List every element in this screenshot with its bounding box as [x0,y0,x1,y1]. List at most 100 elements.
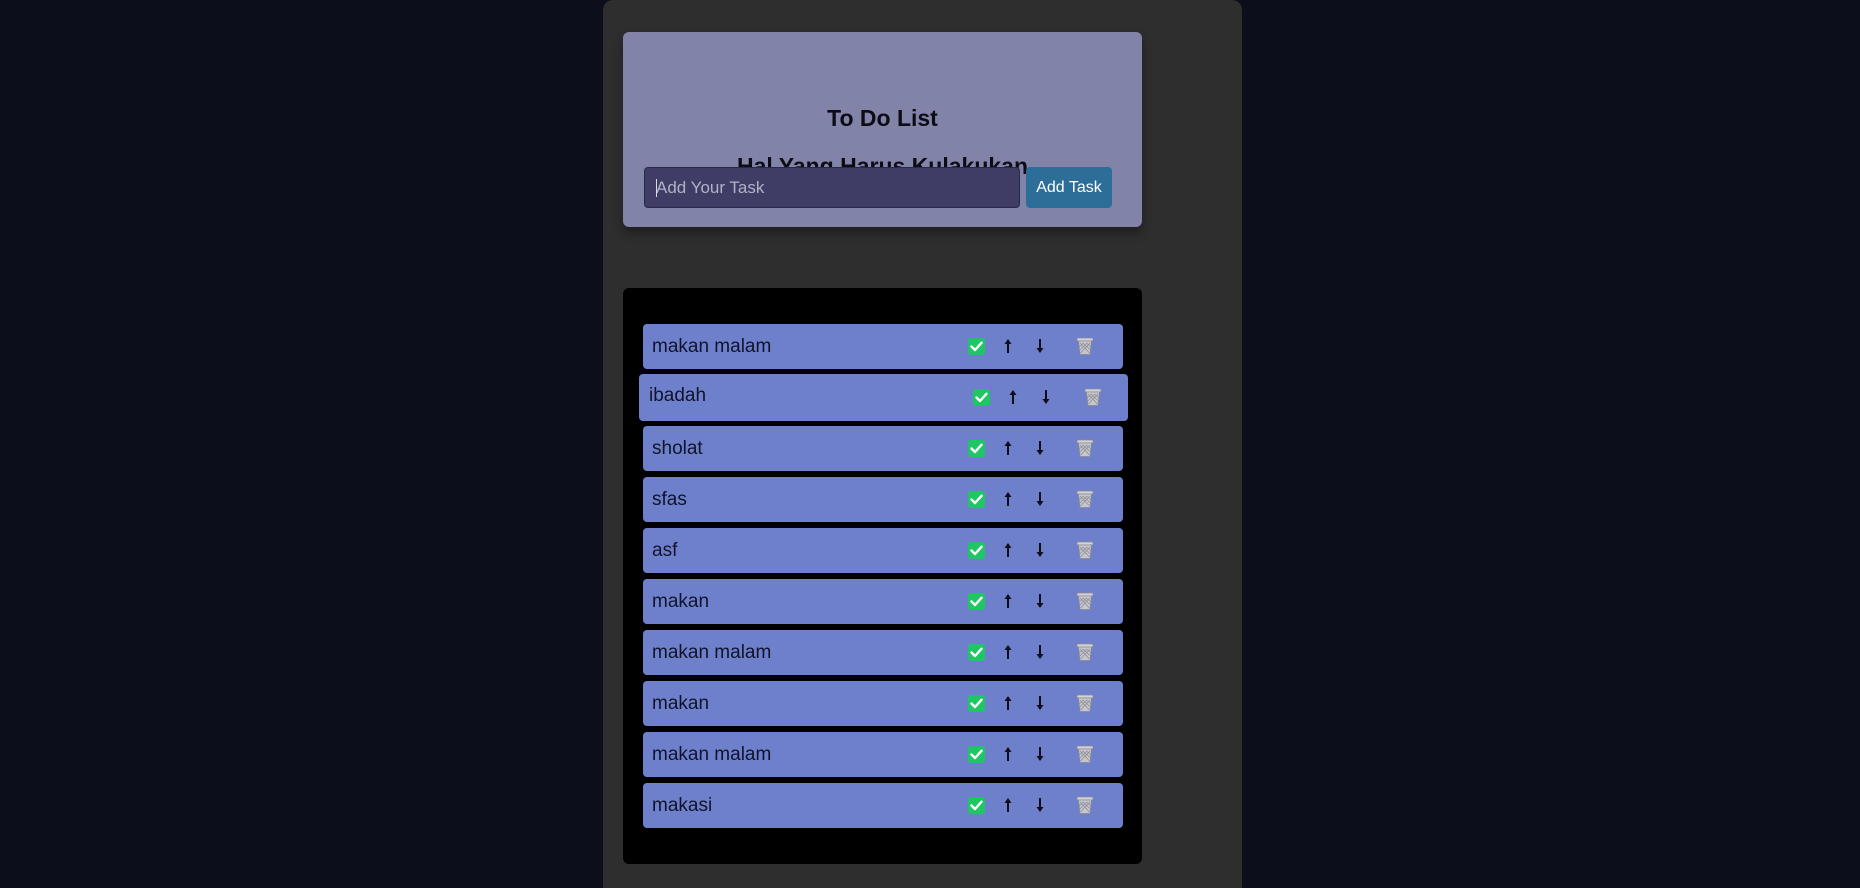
move-down-button[interactable] [1034,489,1046,509]
trash-icon [1076,745,1094,763]
move-down-button[interactable] [1040,387,1052,407]
app-container: To Do List Hal Yang Harus Kulakukan Add … [603,0,1242,888]
task-item-3[interactable]: sholat [643,426,1123,471]
check-icon [970,341,983,352]
check-icon [970,749,983,760]
task-item-6[interactable]: makan [643,579,1123,624]
complete-button[interactable] [968,797,985,814]
complete-button[interactable] [968,644,985,661]
task-text: makan malam [652,642,772,663]
task-text: makan malam [652,744,772,765]
task-item-1[interactable]: makan malam [643,324,1123,369]
task-item-7[interactable]: makan malam [643,630,1123,675]
task-item-8[interactable]: makan [643,681,1123,726]
arrow-down-icon [1036,645,1044,659]
arrow-down-icon [1042,390,1050,404]
arrow-up-icon [1004,339,1012,353]
page-title: To Do List [827,105,938,131]
task-item-2[interactable]: ibadah [639,374,1128,421]
delete-button[interactable] [1075,744,1095,764]
move-up-button[interactable] [1002,795,1014,815]
arrow-up-icon [1004,645,1012,659]
move-down-button[interactable] [1034,642,1046,662]
delete-button[interactable] [1083,387,1103,407]
check-icon [970,698,983,709]
trash-icon [1076,337,1094,355]
check-icon [975,392,988,403]
delete-button[interactable] [1075,489,1095,509]
arrow-up-icon [1004,441,1012,455]
move-down-button[interactable] [1034,540,1046,560]
check-icon [970,596,983,607]
arrow-up-icon [1004,492,1012,506]
header-card: To Do List Hal Yang Harus Kulakukan Add … [623,32,1142,227]
task-text: makan [652,693,710,714]
arrow-up-icon [1004,798,1012,812]
delete-button[interactable] [1075,540,1095,560]
move-down-button[interactable] [1034,336,1046,356]
task-input[interactable] [644,167,1020,208]
trash-icon [1076,439,1094,457]
arrow-down-icon [1036,594,1044,608]
trash-icon [1076,694,1094,712]
move-up-button[interactable] [1002,642,1014,662]
arrow-up-icon [1009,390,1017,404]
arrow-up-icon [1004,747,1012,761]
arrow-down-icon [1036,798,1044,812]
move-up-button[interactable] [1007,387,1019,407]
arrow-down-icon [1036,747,1044,761]
move-up-button[interactable] [1002,591,1014,611]
check-icon [970,545,983,556]
arrow-down-icon [1036,543,1044,557]
move-down-button[interactable] [1034,744,1046,764]
task-text: sholat [652,438,703,459]
arrow-up-icon [1004,594,1012,608]
delete-button[interactable] [1075,693,1095,713]
trash-icon [1076,592,1094,610]
move-up-button[interactable] [1002,744,1014,764]
check-icon [970,443,983,454]
delete-button[interactable] [1075,591,1095,611]
complete-button[interactable] [968,695,985,712]
arrow-down-icon [1036,492,1044,506]
text-cursor [656,179,657,197]
move-up-button[interactable] [1002,693,1014,713]
move-up-button[interactable] [1002,540,1014,560]
arrow-down-icon [1036,696,1044,710]
delete-button[interactable] [1075,795,1095,815]
task-text: ibadah [649,385,707,406]
complete-button[interactable] [973,389,990,406]
task-text: makan malam [652,336,772,357]
task-list-panel: makan malam ibadah sholat sfas asf makan… [623,288,1142,864]
move-down-button[interactable] [1034,438,1046,458]
move-down-button[interactable] [1034,693,1046,713]
delete-button[interactable] [1075,336,1095,356]
complete-button[interactable] [968,338,985,355]
delete-button[interactable] [1075,642,1095,662]
check-icon [970,800,983,811]
task-item-10[interactable]: makasi [643,783,1123,828]
complete-button[interactable] [968,593,985,610]
check-icon [970,494,983,505]
check-icon [970,647,983,658]
move-up-button[interactable] [1002,336,1014,356]
move-up-button[interactable] [1002,438,1014,458]
task-item-5[interactable]: asf [643,528,1123,573]
task-item-4[interactable]: sfas [643,477,1123,522]
task-text: makan [652,591,710,612]
arrow-up-icon [1004,696,1012,710]
complete-button[interactable] [968,440,985,457]
trash-icon [1076,490,1094,508]
task-text: asf [652,540,678,561]
delete-button[interactable] [1075,438,1095,458]
complete-button[interactable] [968,542,985,559]
arrow-up-icon [1004,543,1012,557]
trash-icon [1076,541,1094,559]
move-down-button[interactable] [1034,795,1046,815]
complete-button[interactable] [968,746,985,763]
move-up-button[interactable] [1002,489,1014,509]
move-down-button[interactable] [1034,591,1046,611]
complete-button[interactable] [968,491,985,508]
add-task-button[interactable]: Add Task [1026,167,1112,208]
task-item-9[interactable]: makan malam [643,732,1123,777]
